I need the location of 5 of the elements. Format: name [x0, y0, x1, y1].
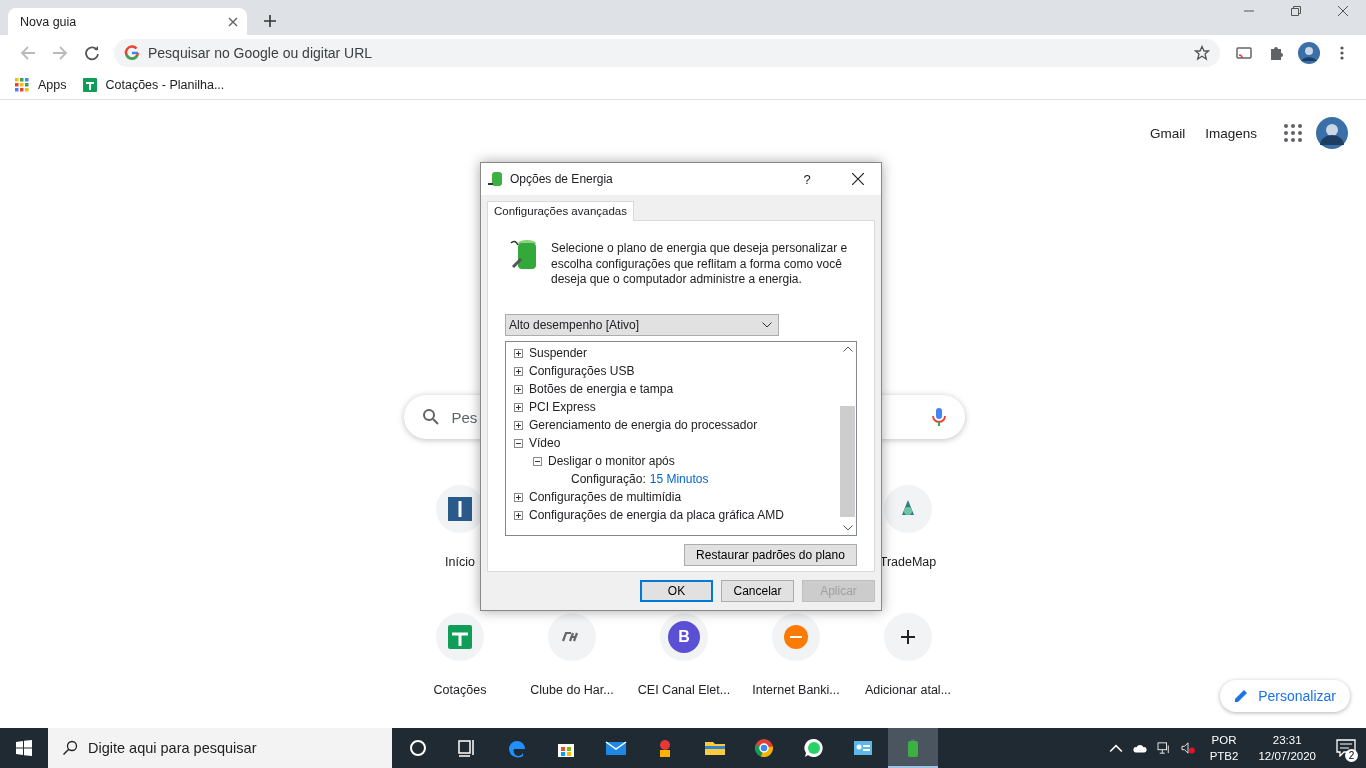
letter-logo: B — [668, 621, 700, 653]
notification-count: 2 — [1345, 749, 1358, 762]
description-text: Selecione o plano de energia que deseja personalizar e escolha configurações que reflitam a forma como você deseja que o computador administre a energia. — [551, 241, 849, 288]
window-title: Opções de Energia — [510, 172, 613, 186]
setting-label: Configuração: — [571, 472, 646, 486]
